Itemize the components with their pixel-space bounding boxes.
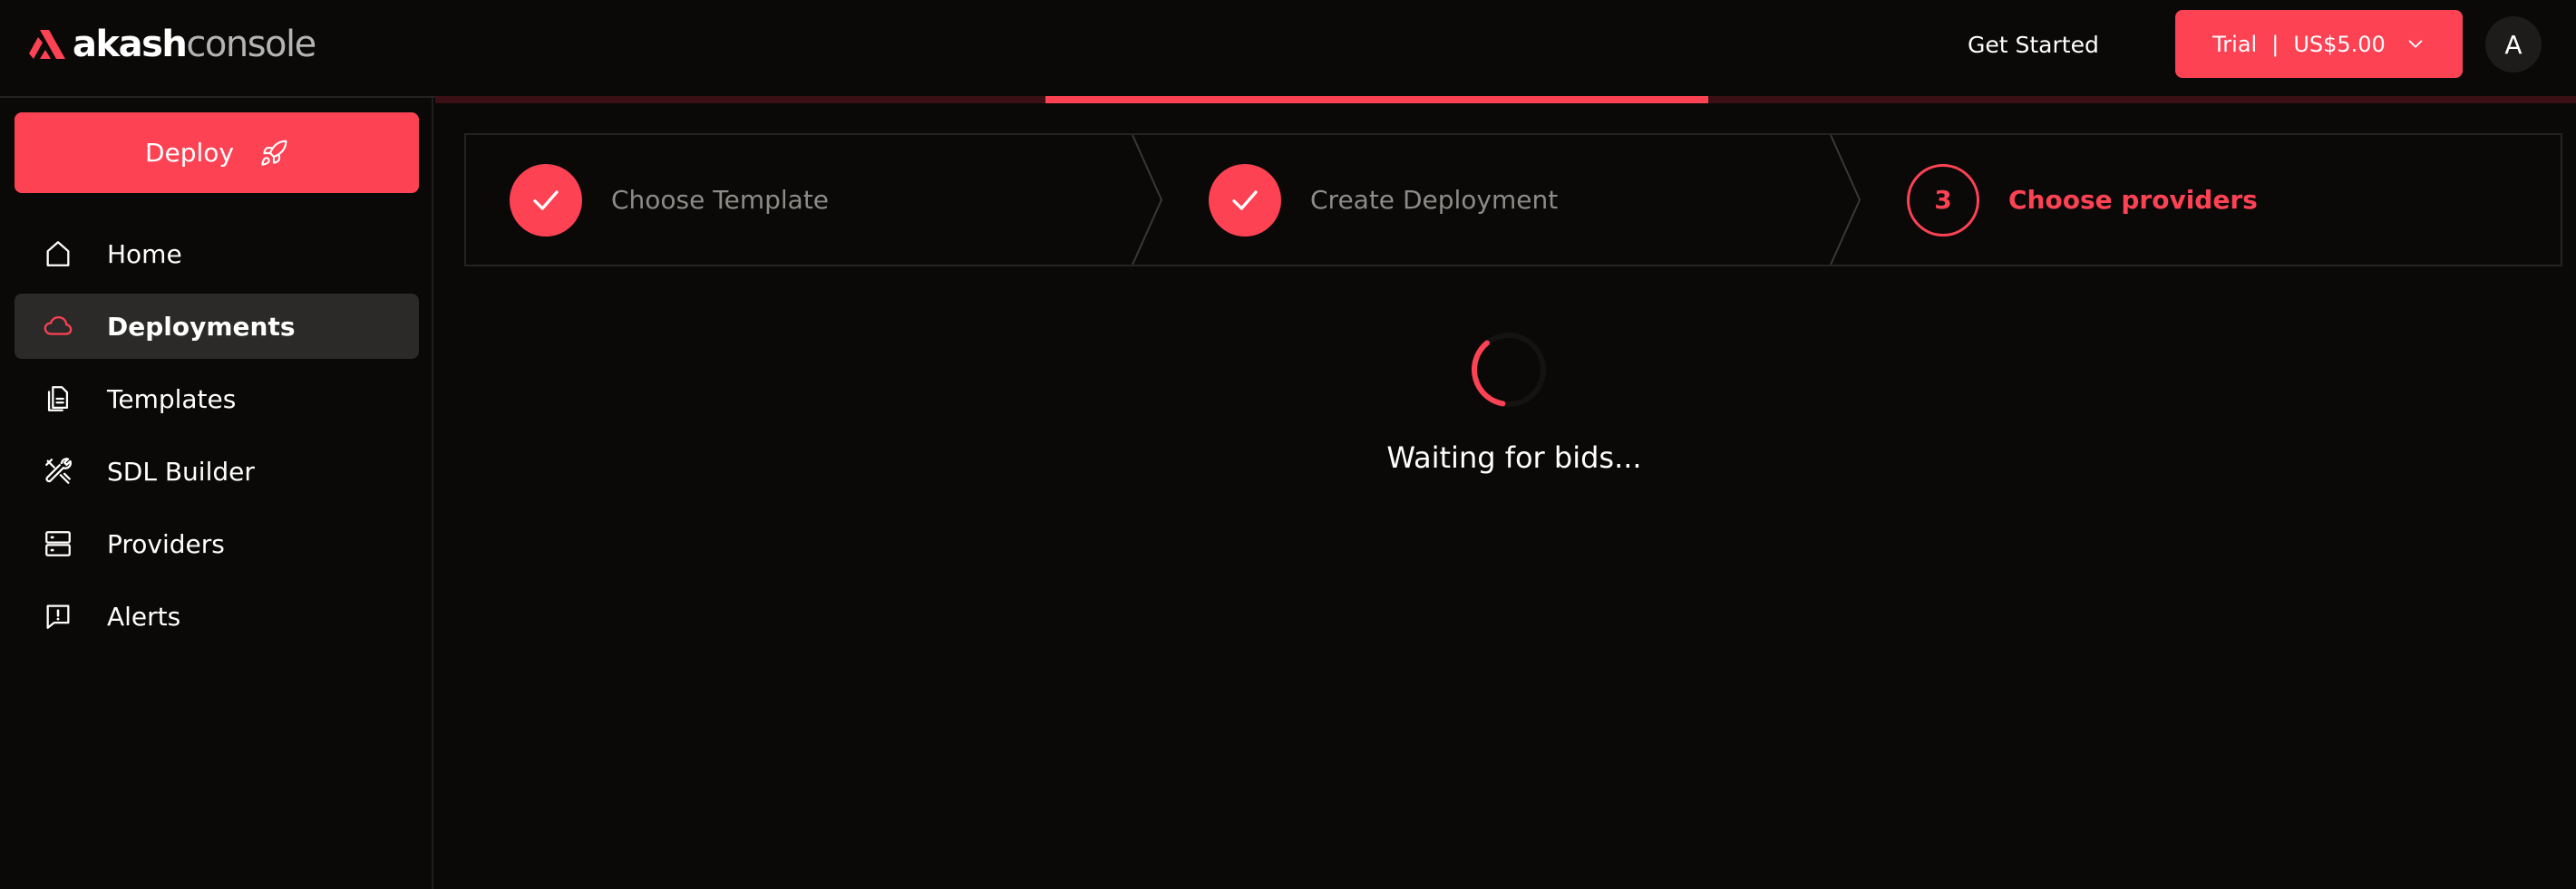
user-avatar[interactable]: A	[2485, 16, 2542, 72]
rocket-icon	[261, 140, 287, 166]
step-choose-providers[interactable]: 3 Choose providers	[1907, 135, 2258, 265]
step-label: Choose Template	[611, 185, 830, 215]
sidebar: Deploy Home Deployments Templates SDL Bu…	[0, 98, 433, 889]
sidebar-item-providers[interactable]: Providers	[15, 511, 419, 576]
step-choose-template[interactable]: Choose Template	[510, 135, 829, 265]
server-icon	[42, 527, 74, 560]
logo-text-console: console	[186, 24, 316, 65]
sidebar-item-label: Alerts	[107, 601, 181, 632]
sidebar-item-label: Templates	[107, 383, 237, 414]
deploy-button[interactable]: Deploy	[15, 112, 419, 193]
waiting-for-bids-text: Waiting for bids...	[1386, 440, 1642, 475]
akash-logo[interactable]: akash console	[27, 22, 316, 67]
step-create-deployment[interactable]: Create Deployment	[1209, 135, 1558, 265]
get-started-link[interactable]: Get Started	[1968, 27, 2099, 63]
logo-text-akash: akash	[73, 24, 188, 65]
alert-message-icon	[42, 600, 74, 633]
step-label: Choose providers	[2008, 185, 2258, 215]
templates-icon	[42, 382, 74, 415]
sidebar-item-label: Home	[107, 238, 182, 269]
trial-separator: |	[2271, 31, 2280, 57]
sidebar-item-label: Deployments	[107, 311, 296, 342]
deploy-label: Deploy	[144, 138, 235, 168]
top-header: akash console Get Started Trial | US$5.0…	[0, 0, 2576, 96]
sidebar-item-templates[interactable]: Templates	[15, 366, 419, 431]
trial-balance: US$5.00	[2293, 31, 2386, 57]
sidebar-item-deployments[interactable]: Deployments	[15, 294, 419, 359]
sidebar-item-label: SDL Builder	[107, 456, 255, 487]
check-icon	[1232, 189, 1258, 210]
tools-icon	[42, 455, 74, 488]
sidebar-item-home[interactable]: Home	[15, 221, 419, 286]
sidebar-item-sdl-builder[interactable]: SDL Builder	[15, 439, 419, 504]
step-number-circle: 3	[1907, 163, 1979, 237]
trial-label: Trial	[2212, 31, 2258, 57]
step-check-circle	[1209, 163, 1281, 237]
home-icon	[42, 237, 74, 270]
step-label: Create Deployment	[1310, 185, 1559, 215]
trial-balance-button[interactable]: Trial | US$5.00	[2175, 10, 2463, 78]
sidebar-item-label: Providers	[107, 528, 225, 559]
deployment-stepper: Choose Template Create Deployment 3 Choo…	[464, 133, 2562, 266]
check-icon	[533, 189, 559, 210]
akash-logo-icon	[29, 30, 65, 59]
cloud-icon	[42, 310, 74, 343]
step-check-circle	[510, 163, 582, 237]
loading-spinner	[1472, 333, 1546, 407]
sidebar-item-alerts[interactable]: Alerts	[15, 584, 419, 649]
top-progress-bar	[1045, 96, 1708, 103]
chevron-down-icon	[2408, 39, 2423, 48]
